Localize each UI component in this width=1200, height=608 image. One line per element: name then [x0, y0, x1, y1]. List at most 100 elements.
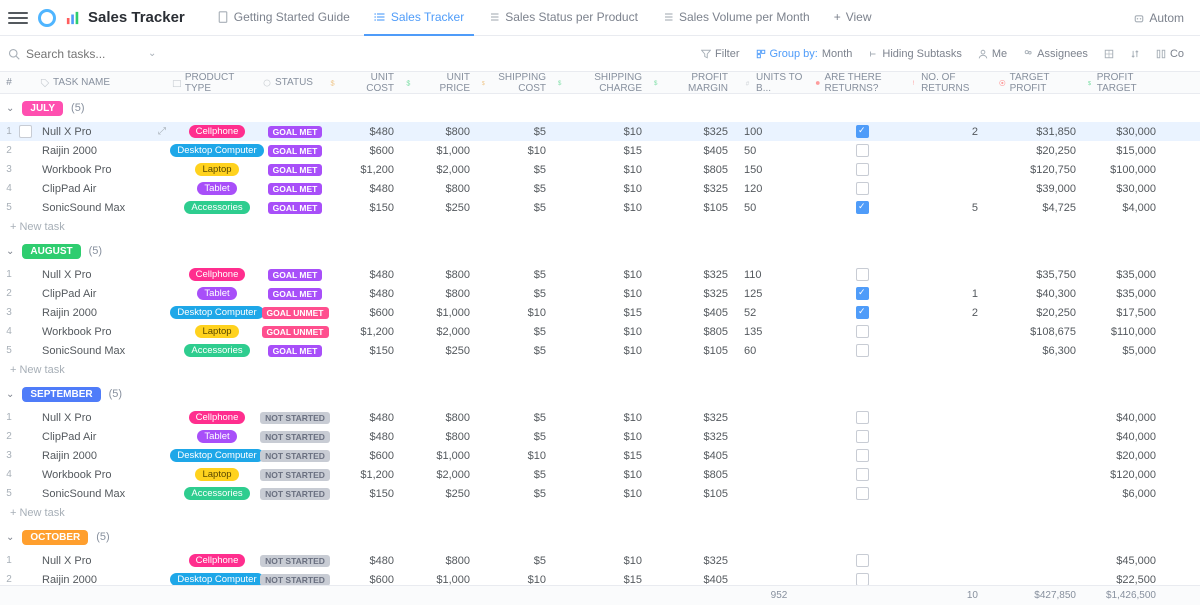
- unit-cost[interactable]: $600: [328, 574, 404, 586]
- sort-button[interactable]: [1122, 49, 1148, 59]
- shipping-charge[interactable]: $10: [556, 269, 652, 281]
- unit-cost[interactable]: $480: [328, 555, 404, 567]
- target-profit[interactable]: $4,725: [998, 202, 1086, 214]
- profit-target[interactable]: $6,000: [1086, 488, 1166, 500]
- product-type[interactable]: Tablet: [172, 430, 262, 443]
- hdr-units[interactable]: #UNITS TO B...: [738, 72, 814, 94]
- status-cell[interactable]: GOAL MET: [262, 345, 328, 357]
- returns-checkbox[interactable]: [814, 411, 910, 424]
- status-cell[interactable]: NOT STARTED: [262, 555, 328, 567]
- tab-add-view[interactable]: +View: [824, 0, 882, 36]
- unit-cost[interactable]: $480: [328, 183, 404, 195]
- table-row[interactable]: 3 Raijin 2000 Desktop Computer GOAL UNME…: [0, 303, 1200, 322]
- product-type[interactable]: Tablet: [172, 182, 262, 195]
- profit-margin[interactable]: $105: [652, 202, 738, 214]
- unit-price[interactable]: $800: [404, 431, 480, 443]
- new-task-button[interactable]: + New task: [0, 360, 1200, 380]
- no-returns[interactable]: 5: [910, 202, 998, 214]
- table-row[interactable]: 3 Raijin 2000 Desktop Computer NOT START…: [0, 446, 1200, 465]
- chevron-down-icon[interactable]: ⌄: [148, 48, 156, 59]
- shipping-charge[interactable]: $10: [556, 469, 652, 481]
- task-name[interactable]: SonicSound Max: [32, 488, 172, 500]
- product-type[interactable]: Desktop Computer: [172, 144, 262, 157]
- unit-cost[interactable]: $150: [328, 345, 404, 357]
- shipping-charge[interactable]: $15: [556, 307, 652, 319]
- new-task-button[interactable]: + New task: [0, 217, 1200, 237]
- hdr-profit-target[interactable]: $PROFIT TARGET: [1086, 72, 1166, 94]
- table-row[interactable]: 2 ClipPad Air Tablet NOT STARTED $480 $8…: [0, 427, 1200, 446]
- no-returns[interactable]: 2: [910, 126, 998, 138]
- row-checkbox[interactable]: [19, 125, 32, 138]
- shipping-charge[interactable]: $10: [556, 431, 652, 443]
- unit-cost[interactable]: $1,200: [328, 164, 404, 176]
- shipping-cost[interactable]: $5: [480, 183, 556, 195]
- no-returns[interactable]: 2: [910, 307, 998, 319]
- profit-target[interactable]: $15,000: [1086, 145, 1166, 157]
- shipping-cost[interactable]: $5: [480, 269, 556, 281]
- unit-cost[interactable]: $480: [328, 412, 404, 424]
- returns-checkbox[interactable]: [814, 144, 910, 157]
- task-name[interactable]: Raijin 2000: [32, 574, 172, 586]
- group-header[interactable]: ⌄OCTOBER(5): [0, 523, 1200, 551]
- product-type[interactable]: Laptop: [172, 163, 262, 176]
- shipping-charge[interactable]: $15: [556, 574, 652, 586]
- shipping-charge[interactable]: $10: [556, 555, 652, 567]
- shipping-cost[interactable]: $5: [480, 555, 556, 567]
- units[interactable]: 100: [738, 126, 814, 138]
- product-type[interactable]: Cellphone: [172, 268, 262, 281]
- unit-cost[interactable]: $480: [328, 288, 404, 300]
- returns-checkbox[interactable]: [814, 201, 910, 214]
- task-name[interactable]: Raijin 2000: [32, 450, 172, 462]
- tab-getting-started[interactable]: Getting Started Guide: [207, 0, 360, 36]
- hdr-shipping-charge[interactable]: $SHIPPING CHARGE: [556, 72, 652, 94]
- unit-price[interactable]: $250: [404, 202, 480, 214]
- assignees-button[interactable]: Assignees: [1015, 48, 1096, 60]
- target-profit[interactable]: $40,300: [998, 288, 1086, 300]
- unit-cost[interactable]: $600: [328, 450, 404, 462]
- shipping-charge[interactable]: $10: [556, 183, 652, 195]
- returns-checkbox[interactable]: [814, 468, 910, 481]
- unit-cost[interactable]: $600: [328, 307, 404, 319]
- units[interactable]: 52: [738, 307, 814, 319]
- shipping-charge[interactable]: $10: [556, 326, 652, 338]
- shipping-charge[interactable]: $10: [556, 164, 652, 176]
- profit-target[interactable]: $100,000: [1086, 164, 1166, 176]
- search-input[interactable]: [26, 47, 126, 61]
- group-header[interactable]: ⌄AUGUST(5): [0, 237, 1200, 265]
- profit-margin[interactable]: $805: [652, 469, 738, 481]
- target-profit[interactable]: $31,850: [998, 126, 1086, 138]
- profit-margin[interactable]: $325: [652, 183, 738, 195]
- units[interactable]: 110: [738, 269, 814, 281]
- unit-cost[interactable]: $1,200: [328, 469, 404, 481]
- returns-checkbox[interactable]: [814, 449, 910, 462]
- product-type[interactable]: Desktop Computer: [172, 449, 262, 462]
- layout-button[interactable]: [1096, 49, 1122, 59]
- returns-checkbox[interactable]: [814, 287, 910, 300]
- unit-price[interactable]: $800: [404, 412, 480, 424]
- shipping-charge[interactable]: $10: [556, 202, 652, 214]
- profit-target[interactable]: $40,000: [1086, 412, 1166, 424]
- status-cell[interactable]: GOAL MET: [262, 202, 328, 214]
- shipping-charge[interactable]: $10: [556, 345, 652, 357]
- tab-sales-volume[interactable]: Sales Volume per Month: [652, 0, 820, 36]
- target-profit[interactable]: $35,750: [998, 269, 1086, 281]
- returns-checkbox[interactable]: [814, 182, 910, 195]
- filter-button[interactable]: Filter: [693, 48, 747, 60]
- group-by-button[interactable]: Group by: Month: [748, 48, 861, 60]
- task-name[interactable]: SonicSound Max: [32, 345, 172, 357]
- status-cell[interactable]: NOT STARTED: [262, 450, 328, 462]
- unit-cost[interactable]: $480: [328, 269, 404, 281]
- task-name[interactable]: Null X Pro: [32, 269, 172, 281]
- profit-margin[interactable]: $805: [652, 326, 738, 338]
- task-name[interactable]: Workbook Pro: [32, 469, 172, 481]
- shipping-cost[interactable]: $5: [480, 412, 556, 424]
- hdr-no-returns[interactable]: !NO. OF RETURNS: [910, 72, 998, 94]
- product-type[interactable]: Laptop: [172, 468, 262, 481]
- unit-cost[interactable]: $1,200: [328, 326, 404, 338]
- unit-price[interactable]: $1,000: [404, 307, 480, 319]
- profit-margin[interactable]: $325: [652, 555, 738, 567]
- task-name[interactable]: SonicSound Max: [32, 202, 172, 214]
- task-name[interactable]: ClipPad Air: [32, 183, 172, 195]
- profit-target[interactable]: $40,000: [1086, 431, 1166, 443]
- shipping-cost[interactable]: $10: [480, 450, 556, 462]
